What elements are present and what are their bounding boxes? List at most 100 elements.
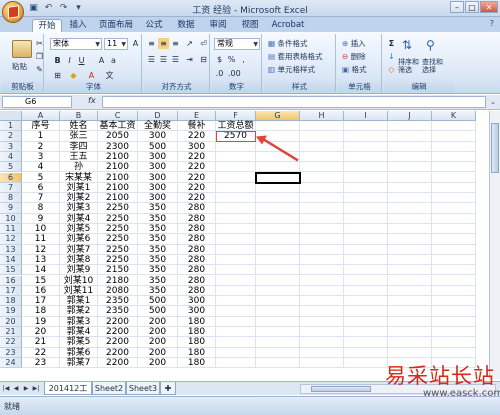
cell-C8[interactable]: 2100 — [98, 193, 138, 204]
cell-J23[interactable] — [388, 347, 432, 358]
tab-formulas[interactable]: 公式 — [142, 19, 166, 32]
column-header-C[interactable]: C — [98, 111, 138, 121]
cell-I14[interactable] — [344, 254, 388, 266]
cell-K19[interactable] — [432, 306, 476, 317]
cell-G22[interactable] — [256, 337, 300, 348]
row-header[interactable]: 8 — [0, 193, 22, 204]
cell-K23[interactable] — [432, 347, 476, 358]
cell-D12[interactable]: 350 — [138, 234, 178, 245]
next-sheet-icon[interactable]: ▶ — [22, 384, 30, 394]
cell-E13[interactable]: 280 — [178, 244, 216, 255]
cell-E14[interactable]: 280 — [178, 254, 216, 266]
tab-data[interactable]: 数据 — [174, 19, 198, 32]
cell-G9[interactable] — [256, 203, 300, 214]
cell-J20[interactable] — [388, 316, 432, 327]
cell-E8[interactable]: 220 — [178, 193, 216, 204]
cell-H18[interactable] — [300, 296, 344, 307]
cell-J2[interactable] — [388, 131, 432, 142]
cell-E3[interactable]: 300 — [178, 141, 216, 152]
cell-B16[interactable]: 刘某10 — [60, 275, 98, 286]
cell-I16[interactable] — [344, 275, 388, 286]
cell-G19[interactable] — [256, 306, 300, 317]
cell-A13[interactable]: 12 — [22, 244, 60, 255]
cell-A11[interactable]: 10 — [22, 224, 60, 235]
cell-C21[interactable]: 2200 — [98, 327, 138, 338]
cell-G7[interactable] — [256, 182, 300, 194]
cell-G10[interactable] — [256, 213, 300, 224]
cell-C23[interactable]: 2200 — [98, 347, 138, 358]
cell-J8[interactable] — [388, 193, 432, 204]
cell-D1[interactable]: 全勤奖 — [138, 121, 178, 132]
bold-icon[interactable]: B — [52, 55, 63, 66]
autosum-icon[interactable]: Σ — [386, 38, 397, 49]
insert-sheet-icon[interactable]: ✚ — [160, 382, 176, 395]
row-header[interactable]: 17 — [0, 285, 22, 297]
cell-A20[interactable]: 19 — [22, 316, 60, 327]
office-button[interactable] — [2, 1, 24, 23]
cell-I13[interactable] — [344, 244, 388, 255]
cell-K21[interactable] — [432, 327, 476, 338]
cell-H12[interactable] — [300, 234, 344, 245]
wrap-text-icon[interactable]: ⏎ — [198, 38, 209, 49]
cell-J9[interactable] — [388, 203, 432, 214]
indent-icon[interactable]: ⇥ — [184, 54, 195, 65]
cell-D8[interactable]: 300 — [138, 193, 178, 204]
cell-H23[interactable] — [300, 347, 344, 358]
cell-C24[interactable]: 2200 — [98, 357, 138, 369]
cell-B9[interactable]: 刘某3 — [60, 203, 98, 214]
cell-A19[interactable]: 18 — [22, 306, 60, 317]
cell-H10[interactable] — [300, 213, 344, 224]
cell-E5[interactable]: 220 — [178, 162, 216, 173]
cell-I9[interactable] — [344, 203, 388, 214]
currency-icon[interactable]: $ — [214, 54, 225, 65]
cell-B22[interactable]: 郭某5 — [60, 337, 98, 348]
cell-E15[interactable]: 280 — [178, 265, 216, 276]
cell-D21[interactable]: 200 — [138, 327, 178, 338]
cell-G15[interactable] — [256, 265, 300, 276]
column-header-A[interactable]: A — [22, 111, 60, 121]
first-sheet-icon[interactable]: |◀ — [2, 384, 10, 394]
cell-B3[interactable]: 李四 — [60, 141, 98, 152]
column-header-F[interactable]: F — [216, 111, 256, 121]
cell-H11[interactable] — [300, 224, 344, 235]
cell-A15[interactable]: 14 — [22, 265, 60, 276]
row-header[interactable]: 20 — [0, 316, 22, 327]
cell-J22[interactable] — [388, 337, 432, 348]
cell-B20[interactable]: 郭某3 — [60, 316, 98, 327]
font-color-icon[interactable]: A — [86, 70, 97, 81]
fx-icon[interactable]: fx — [88, 96, 96, 105]
align-center-icon[interactable]: ☰ — [158, 54, 169, 65]
cell-K10[interactable] — [432, 213, 476, 224]
formula-input[interactable] — [102, 96, 486, 108]
cell-styles-button[interactable]: ▥ 单元格样式 — [268, 64, 315, 75]
cell-J6[interactable] — [388, 172, 432, 183]
cell-C19[interactable]: 2350 — [98, 306, 138, 317]
cell-E23[interactable]: 180 — [178, 347, 216, 358]
cell-F6[interactable] — [216, 172, 256, 183]
cell-B6[interactable]: 宋某某 — [60, 172, 98, 183]
cell-G11[interactable] — [256, 224, 300, 235]
paste-button[interactable]: 粘贴 — [12, 61, 27, 72]
cell-H14[interactable] — [300, 254, 344, 266]
cell-B1[interactable]: 姓名 — [60, 121, 98, 132]
cell-F3[interactable] — [216, 141, 256, 152]
close-icon[interactable]: ✕ — [480, 1, 498, 13]
cell-J14[interactable] — [388, 254, 432, 266]
row-header[interactable]: 24 — [0, 357, 22, 369]
cell-D22[interactable]: 200 — [138, 337, 178, 348]
cell-B21[interactable]: 郭某4 — [60, 327, 98, 338]
align-left-icon[interactable]: ☰ — [146, 54, 157, 65]
cell-D9[interactable]: 350 — [138, 203, 178, 214]
cell-K17[interactable] — [432, 285, 476, 297]
cell-A21[interactable]: 20 — [22, 327, 60, 338]
cell-J13[interactable] — [388, 244, 432, 255]
sort-filter-icon[interactable]: ⇅ — [402, 38, 418, 56]
cell-G2[interactable] — [256, 131, 300, 142]
cell-D7[interactable]: 300 — [138, 182, 178, 194]
cell-D3[interactable]: 500 — [138, 141, 178, 152]
cell-E24[interactable]: 180 — [178, 357, 216, 369]
vertical-scrollbar[interactable] — [489, 111, 500, 379]
cell-F5[interactable] — [216, 162, 256, 173]
cell-F1[interactable]: 工资总额 — [216, 121, 256, 132]
cell-E4[interactable]: 220 — [178, 151, 216, 163]
